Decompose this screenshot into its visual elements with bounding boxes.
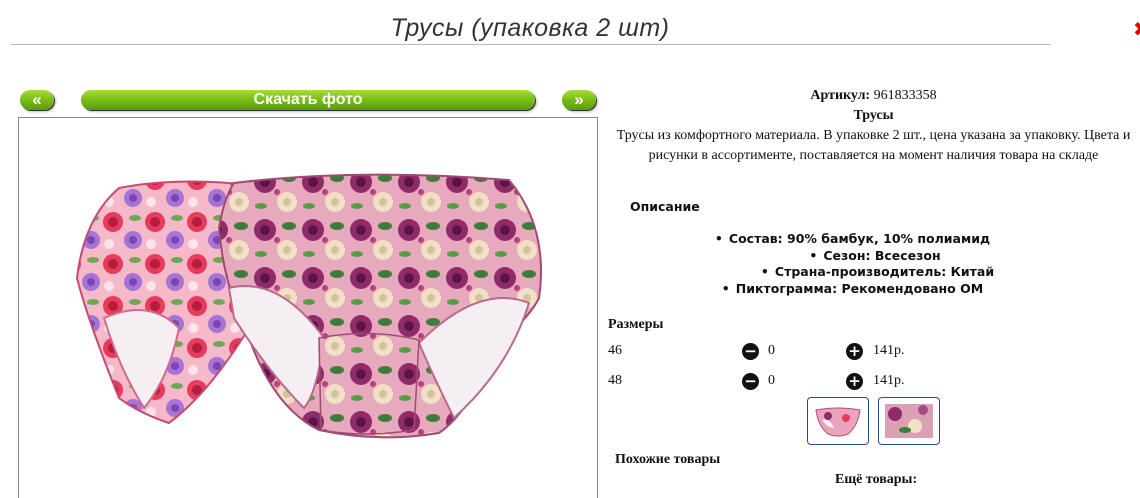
download-photo-button[interactable]: Скачать фото [81,90,535,110]
spec-heading: Описание [630,199,700,214]
size-row: 46 − 0 + 141р. [608,343,1108,363]
size-value: 48 [608,373,622,388]
photo-thumbnail[interactable] [807,397,869,445]
qty-value: 0 [768,373,775,388]
title-divider [10,44,1051,45]
product-description: Трусы из комфортного материала. В упаков… [616,128,1131,163]
prev-photo-button[interactable]: « [20,90,54,110]
decrease-qty-icon[interactable]: − [742,373,759,390]
thumbnail-image [815,407,861,437]
article-label: Артикул: [810,88,871,103]
thumbnail-image [885,404,933,438]
page-title: Трусы (упаковка 2 шт) [390,14,670,42]
next-photo-button[interactable]: » [562,90,596,110]
increase-qty-icon[interactable]: + [846,373,863,390]
sizes-heading: Размеры [608,317,664,332]
spec-pictogram: Пиктограмма: Рекомендовано ОМ [605,281,1140,298]
price-value: 141р. [873,373,905,388]
close-icon[interactable]: ✖ [1133,18,1140,40]
product-photo[interactable] [59,168,559,448]
product-name: Трусы [853,108,894,123]
qty-value: 0 [768,343,775,358]
product-info: Артикул: 961833358 Трусы Трусы из комфор… [607,86,1140,166]
spec-list: Состав: 90% бамбук, 10% полиамид Сезон: … [605,231,1140,297]
spec-season: Сезон: Всесезон [605,248,1140,265]
size-row: 48 − 0 + 141р. [608,373,1108,393]
increase-qty-icon[interactable]: + [846,343,863,360]
spec-country: Страна-производитель: Китай [605,264,1140,281]
article-value: 961833358 [873,88,937,103]
similar-products-label[interactable]: Похожие товары [615,452,720,468]
product-photo-frame [18,117,598,498]
spec-composition: Состав: 90% бамбук, 10% полиамид [605,231,1140,248]
price-value: 141р. [873,343,905,358]
more-products-label: Ещё товары: [835,472,918,487]
size-value: 46 [608,343,622,358]
article-line: Артикул: 961833358 [607,86,1140,106]
photo-thumbnail[interactable] [878,397,940,445]
decrease-qty-icon[interactable]: − [742,343,759,360]
